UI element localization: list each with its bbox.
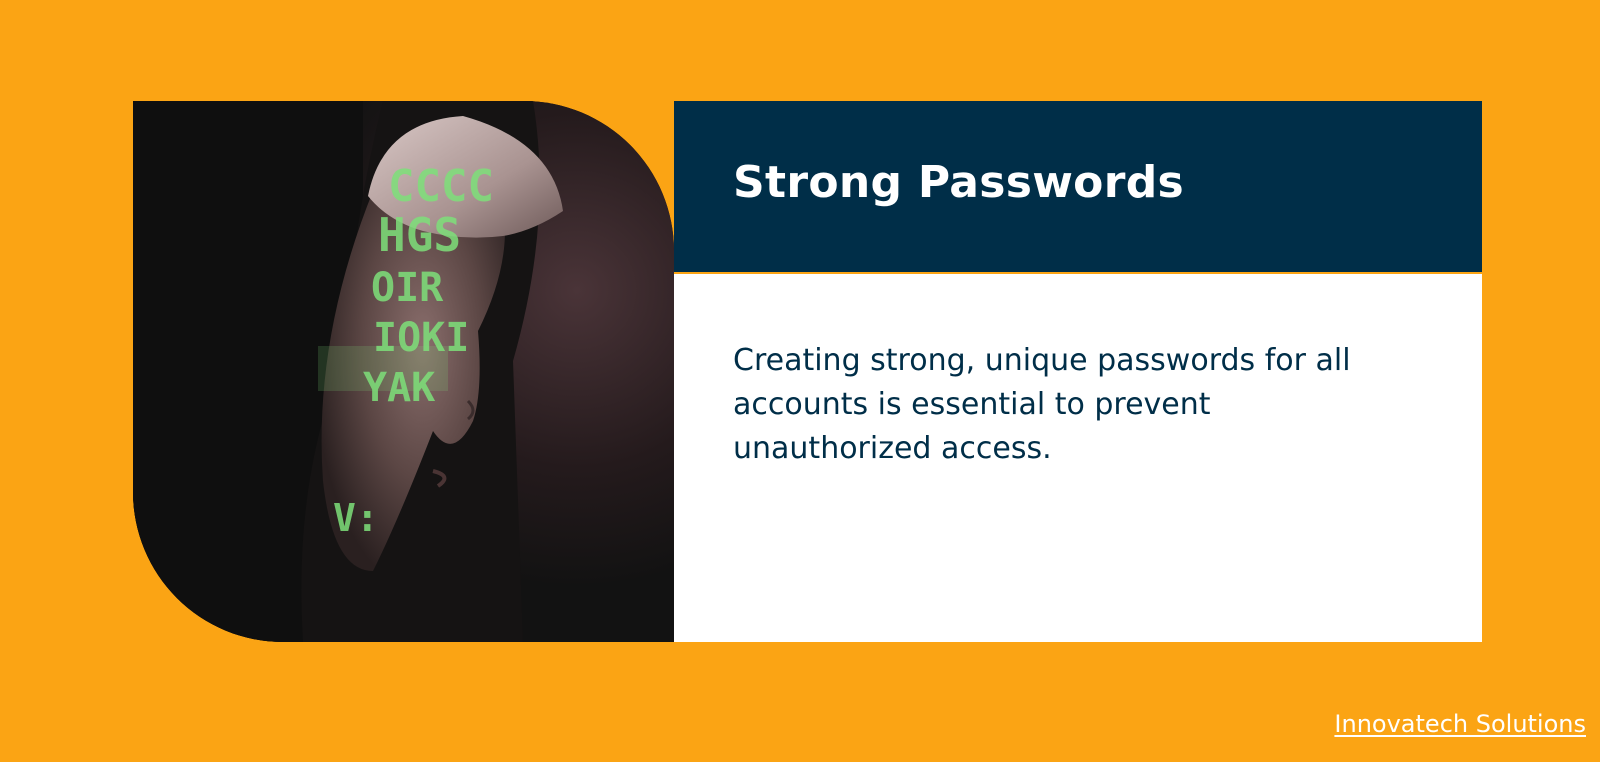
svg-text:V:: V: (333, 496, 379, 540)
slide-body-text: Creating strong, unique passwords for al… (733, 343, 1351, 466)
hacker-photo: CCCC HGS OIR IOKI YAK V: (133, 101, 674, 642)
svg-text:HGS: HGS (378, 208, 461, 262)
slide-card: CCCC HGS OIR IOKI YAK V: Strong Password… (133, 101, 1482, 642)
hacker-illustration: CCCC HGS OIR IOKI YAK V: (133, 101, 674, 642)
title-band: Strong Passwords (674, 101, 1482, 274)
content-panel: Strong Passwords Creating strong, unique… (674, 101, 1482, 642)
company-link[interactable]: Innovatech Solutions (1334, 710, 1586, 738)
slide-title: Strong Passwords (733, 157, 1184, 208)
svg-text:CCCC: CCCC (388, 161, 494, 212)
svg-text:OIR: OIR (371, 265, 444, 311)
